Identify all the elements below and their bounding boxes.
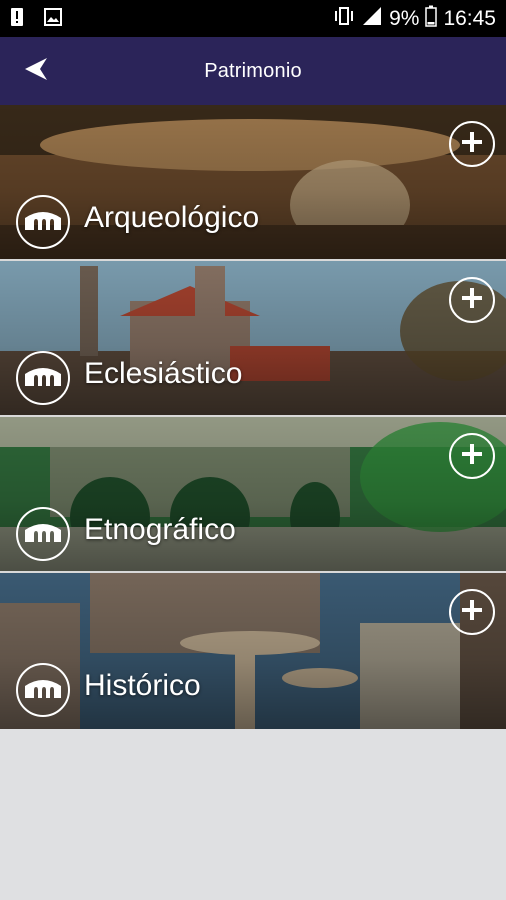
category-list: Arqueológico Eclesiástico Etnográfico Hi…: [0, 105, 506, 729]
category-card-eclesiastico[interactable]: Eclesiástico: [0, 261, 506, 417]
category-overlay: [0, 417, 506, 571]
status-bar: 9% 16:45: [0, 0, 506, 37]
alert-icon: [10, 7, 24, 31]
bridge-icon: [23, 520, 63, 548]
image-icon: [44, 7, 62, 30]
bridge-icon: [23, 676, 63, 704]
category-label: Histórico: [84, 669, 201, 702]
expand-button[interactable]: [449, 277, 495, 323]
plus-icon: [461, 131, 483, 157]
category-overlay: [0, 573, 506, 729]
category-card-historico[interactable]: Histórico: [0, 573, 506, 729]
category-label: Arqueológico: [84, 201, 260, 234]
category-overlay: [0, 261, 506, 415]
expand-button[interactable]: [449, 589, 495, 635]
bridge-icon: [23, 364, 63, 392]
plus-icon: [461, 599, 483, 625]
back-arrow-icon: [23, 56, 53, 86]
bridge-icon: [23, 208, 63, 236]
category-icon: [16, 195, 70, 249]
signal-icon: [361, 6, 383, 32]
battery-icon: [425, 5, 438, 33]
category-icon: [16, 351, 70, 405]
vibrate-icon: [333, 6, 355, 32]
category-icon: [16, 663, 70, 717]
battery-percent: 9%: [389, 6, 420, 30]
category-label: Eclesiástico: [84, 357, 243, 390]
category-overlay: [0, 105, 506, 259]
plus-icon: [461, 287, 483, 313]
plus-icon: [461, 443, 483, 469]
expand-button[interactable]: [449, 433, 495, 479]
category-icon: [16, 507, 70, 561]
expand-button[interactable]: [449, 121, 495, 167]
clock: 16:45: [443, 6, 496, 30]
category-card-arqueologico[interactable]: Arqueológico: [0, 105, 506, 261]
back-button[interactable]: [18, 53, 58, 89]
category-label: Etnográfico: [84, 513, 236, 546]
app-toolbar: Patrimonio: [0, 37, 506, 105]
category-card-etnografico[interactable]: Etnográfico: [0, 417, 506, 573]
page-title: Patrimonio: [204, 59, 302, 82]
